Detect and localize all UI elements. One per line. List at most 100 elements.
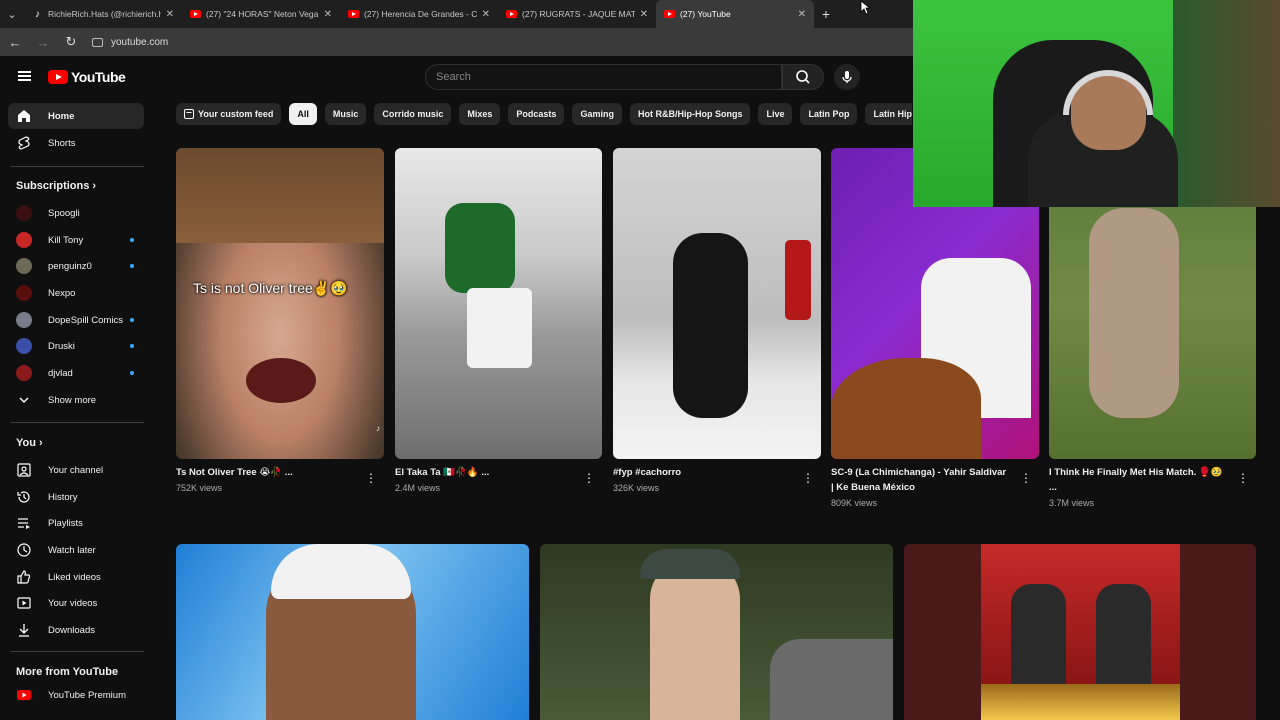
chip-latin-hip-hop[interactable]: Latin Hip Ho xyxy=(865,103,912,125)
video-views: 3.7M views xyxy=(1049,498,1095,508)
shorts-icon xyxy=(16,135,32,151)
video-title[interactable]: #fyp #cachorro xyxy=(613,465,793,480)
thumbnail-caption: Ts is not Oliver tree✌️🥹 xyxy=(193,280,348,296)
more-options-icon[interactable]: ⋮ xyxy=(1237,472,1249,484)
chip-live[interactable]: Live xyxy=(758,103,793,125)
sidebar-item-your-videos[interactable]: Your videos xyxy=(8,590,144,616)
tab-search-chevron-icon[interactable]: ⌄ xyxy=(0,8,24,21)
custom-feed-icon xyxy=(184,109,194,119)
chip-your-custom-feed[interactable]: Your custom feed xyxy=(176,103,282,125)
browser-tab[interactable]: (27) Herencia De Grandes - Ca ✕ xyxy=(340,0,498,28)
video-thumbnail[interactable] xyxy=(176,544,529,720)
reload-icon[interactable]: ↻ xyxy=(64,34,78,50)
sidebar-item-liked-videos[interactable]: Liked videos xyxy=(8,564,144,590)
sidebar-item-subscription[interactable]: Nexpo xyxy=(8,280,144,306)
sidebar-item-playlists[interactable]: Playlists xyxy=(8,510,144,536)
video-card[interactable]: El Taka Ta 🇲🇽🥀🔥 ... 2.4M views ⋮ xyxy=(395,148,602,508)
subscription-label: Druski xyxy=(48,340,75,352)
chip-podcasts[interactable]: Podcasts xyxy=(508,103,565,125)
video-thumbnail[interactable] xyxy=(904,544,1256,720)
sidebar-item-label: Shorts xyxy=(48,137,76,149)
video-card[interactable]: Ts is not Oliver tree✌️🥹 ♪ Ts Not Oliver… xyxy=(176,148,384,508)
video-title[interactable]: El Taka Ta 🇲🇽🥀🔥 ... xyxy=(395,465,575,480)
subscriptions-heading[interactable]: Subscriptions › xyxy=(16,180,96,192)
chip-music[interactable]: Music xyxy=(324,103,367,125)
video-title[interactable]: I Think He Finally Met His Match. 🥊🥹 ... xyxy=(1049,465,1229,495)
sidebar-item-your-channel[interactable]: Your channel xyxy=(8,457,144,483)
subscription-label: Nexpo xyxy=(48,287,76,299)
video-thumbnail[interactable] xyxy=(613,148,821,459)
thumbnail-dog xyxy=(673,233,748,418)
browser-tab[interactable]: ♪ RichieRich.Hats (@richierich.hat ✕ xyxy=(24,0,182,28)
video-thumbnail[interactable]: Ts is not Oliver tree✌️🥹 ♪ xyxy=(176,148,384,459)
playlists-icon xyxy=(16,515,32,531)
video-views: 2.4M views xyxy=(395,483,441,493)
more-options-icon[interactable]: ⋮ xyxy=(365,472,377,484)
chip-label: Corrido music xyxy=(382,109,444,119)
sidebar-item-subscription[interactable]: penguinz0 xyxy=(8,253,144,279)
forward-arrow-icon[interactable]: → xyxy=(36,35,50,50)
url-field[interactable]: youtube.com xyxy=(92,37,168,48)
thumbnail-skirt xyxy=(467,288,532,368)
sidebar-item-watch-later[interactable]: Watch later xyxy=(8,537,144,563)
youtube-icon xyxy=(506,10,517,18)
channel-icon xyxy=(16,462,32,478)
video-views: 326K views xyxy=(613,483,660,493)
sidebar-item-subscription[interactable]: Druski xyxy=(8,333,144,359)
youtube-premium-icon xyxy=(16,687,32,703)
chip-label: Podcasts xyxy=(516,109,557,119)
thumbnail-cap xyxy=(640,549,740,579)
voice-search-button[interactable] xyxy=(834,64,860,90)
search-input[interactable]: Search xyxy=(425,64,782,90)
chip-all[interactable]: All xyxy=(289,103,317,125)
video-card[interactable]: #fyp #cachorro 326K views ⋮ xyxy=(613,148,821,508)
more-options-icon[interactable]: ⋮ xyxy=(1020,472,1032,484)
you-heading[interactable]: You › xyxy=(16,437,43,449)
sidebar-divider xyxy=(10,166,144,167)
close-icon[interactable]: ✕ xyxy=(482,9,490,20)
chip-label: Your custom feed xyxy=(198,109,274,119)
video-thumbnail[interactable] xyxy=(540,544,893,720)
more-options-icon[interactable]: ⋮ xyxy=(802,472,814,484)
chip-gaming[interactable]: Gaming xyxy=(572,103,622,125)
more-options-icon[interactable]: ⋮ xyxy=(583,472,595,484)
sidebar-item-label: Watch later xyxy=(48,544,96,556)
close-icon[interactable]: ✕ xyxy=(166,9,174,20)
sidebar-item-downloads[interactable]: Downloads xyxy=(8,617,144,643)
close-icon[interactable]: ✕ xyxy=(798,9,806,20)
chip-mixes[interactable]: Mixes xyxy=(459,103,501,125)
show-more-button[interactable]: Show more xyxy=(8,387,144,413)
sidebar-item-label: YouTube Premium xyxy=(48,689,126,701)
close-icon[interactable]: ✕ xyxy=(324,9,332,20)
browser-tab[interactable]: (27) RUGRATS - JAQUE MATE - ✕ xyxy=(498,0,656,28)
avatar xyxy=(16,338,32,354)
sidebar-item-subscription[interactable]: DopeSpill Comics xyxy=(8,307,144,333)
sidebar-item-history[interactable]: History xyxy=(8,484,144,510)
chip-corrido-music[interactable]: Corrido music xyxy=(374,103,452,125)
sidebar-item-shorts[interactable]: Shorts xyxy=(8,130,144,156)
youtube-logo[interactable]: YouTube xyxy=(48,69,126,85)
site-info-icon[interactable] xyxy=(92,37,103,47)
video-title[interactable]: SC-9 (La Chimichanga) - Yahir Saldivar |… xyxy=(831,465,1011,495)
avatar xyxy=(16,232,32,248)
thumbnail-figure xyxy=(445,203,515,293)
sidebar-item-subscription[interactable]: Kill Tony xyxy=(8,227,144,253)
back-arrow-icon[interactable]: ← xyxy=(8,35,22,50)
new-tab-button[interactable]: + xyxy=(814,6,838,22)
browser-tab[interactable]: (27) "24 HORAS" Neton Vega x ✕ xyxy=(182,0,340,28)
browser-tab-active[interactable]: (27) YouTube ✕ xyxy=(656,0,814,28)
sidebar-item-home[interactable]: Home xyxy=(8,103,144,129)
sidebar-item-youtube-premium[interactable]: YouTube Premium xyxy=(8,682,144,708)
sidebar-item-subscription[interactable]: Spoogli xyxy=(8,200,144,226)
sidebar-item-subscription[interactable]: djvlad xyxy=(8,360,144,386)
video-title[interactable]: Ts Not Oliver Tree 😭🥀 ... xyxy=(176,465,356,480)
close-icon[interactable]: ✕ xyxy=(640,9,648,20)
sidebar-divider xyxy=(10,422,144,423)
chip-hot-rnb-hiphop[interactable]: Hot R&B/Hip-Hop Songs xyxy=(629,103,751,125)
chip-latin-pop[interactable]: Latin Pop xyxy=(800,103,858,125)
video-thumbnail[interactable] xyxy=(395,148,602,459)
menu-icon[interactable] xyxy=(18,71,31,81)
avatar xyxy=(16,205,32,221)
search-button[interactable] xyxy=(782,64,824,90)
search-icon xyxy=(796,70,810,84)
